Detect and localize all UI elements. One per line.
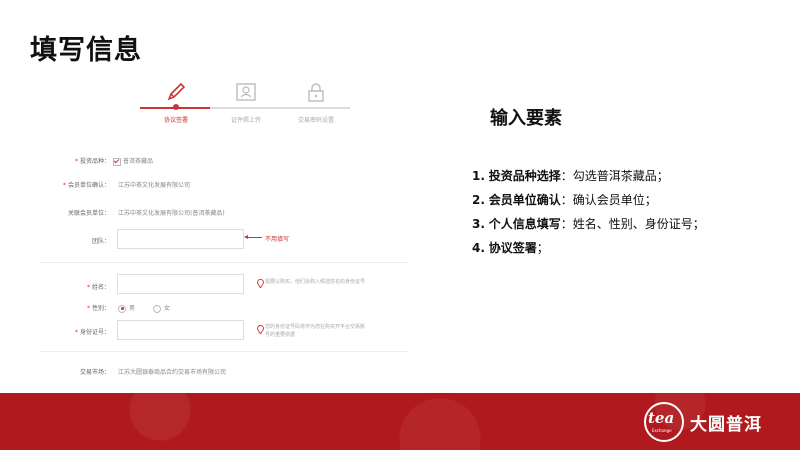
requirement-item: 2. 会员单位确认：确认会员单位； xyxy=(472,193,657,207)
gender-female-radio[interactable] xyxy=(153,304,161,313)
member-unit-label: * 会员单位确认： xyxy=(62,182,110,189)
form-divider xyxy=(40,351,408,352)
team-input[interactable] xyxy=(117,229,244,249)
id-number-hint: 您的身份证号码将作为您在购买开平台交易账号的重要依据 xyxy=(265,324,366,338)
id-number-input[interactable] xyxy=(117,320,244,340)
step-label-sign[interactable]: 协议签署 xyxy=(136,115,216,124)
market-label: 交易市场： xyxy=(79,369,110,376)
form-divider xyxy=(40,262,408,263)
market-value: 江苏大圆银泰商品合约交易市场有限公司 xyxy=(118,369,227,376)
member-unit-value: 江苏中茶文化发展有限公司 xyxy=(118,182,191,189)
note-arrow-line xyxy=(246,237,262,238)
id-card-icon xyxy=(234,80,258,104)
gender-male-radio[interactable] xyxy=(118,304,126,313)
team-label: 团队： xyxy=(91,238,110,245)
note-arrow-head xyxy=(244,235,248,239)
related-unit-value: 江苏中茶文化发展有限公司(普洱茶藏品) xyxy=(118,210,225,217)
page-title: 填写信息 xyxy=(30,35,142,66)
requirement-item: 4. 协议签署； xyxy=(472,241,549,255)
variety-option[interactable]: 普洱茶藏品 xyxy=(113,156,153,166)
requirements-title: 输入要素 xyxy=(490,108,562,129)
location-pin-icon xyxy=(257,279,264,288)
variety-label: * 投资品种： xyxy=(74,158,110,165)
name-input[interactable] xyxy=(117,274,244,294)
name-label: * 姓名： xyxy=(86,284,110,291)
related-unit-label: 关联会员单位： xyxy=(67,210,110,217)
pencil-icon xyxy=(164,80,188,104)
id-number-label: * 身份证号： xyxy=(74,329,110,336)
team-note: 不用填写 xyxy=(265,236,290,243)
gender-female-option[interactable]: 女 xyxy=(153,303,170,313)
step-marker xyxy=(173,104,179,110)
brand-name: 大圆普洱 xyxy=(690,415,762,435)
logo-subtext: Exchange xyxy=(652,428,672,433)
logo-text: tea xyxy=(648,409,675,427)
step-label-password[interactable]: 交易密码设置 xyxy=(276,115,356,124)
gender-male-option[interactable]: 男 xyxy=(118,303,135,313)
requirement-item: 1. 投资品种选择：勾选普洱茶藏品； xyxy=(472,169,669,183)
lock-icon xyxy=(304,80,328,104)
step-progress-track xyxy=(210,107,350,109)
variety-checkbox[interactable] xyxy=(113,157,121,166)
location-pin-icon xyxy=(257,325,264,334)
requirement-item: 3. 个人信息填写：姓名、性别、身份证号； xyxy=(472,217,705,231)
gender-label: * 性别： xyxy=(86,305,110,312)
name-hint: 需要以购买，他们会购入候选姓名的身份证号 xyxy=(265,279,366,285)
step-label-upload[interactable]: 证件照上传 xyxy=(206,115,286,124)
